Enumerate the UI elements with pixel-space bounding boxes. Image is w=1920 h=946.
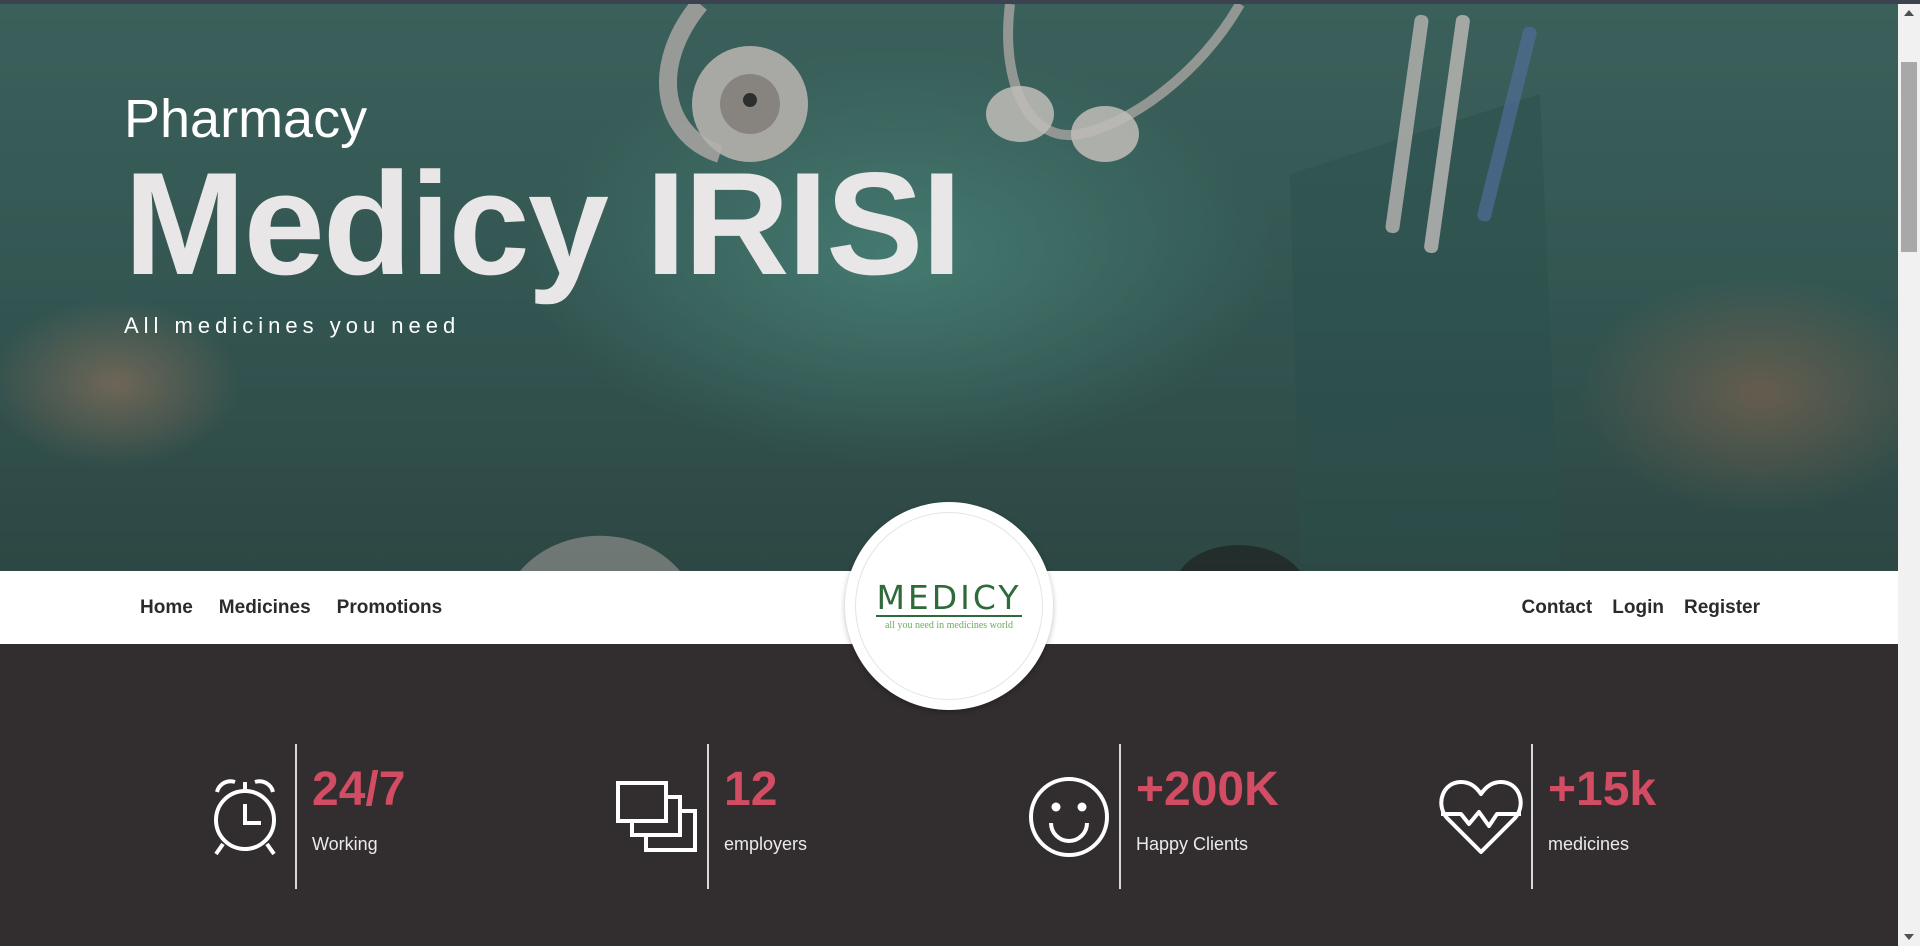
nav-register-link[interactable]: Register	[1684, 597, 1760, 619]
scroll-down-arrow-icon[interactable]	[1904, 934, 1914, 940]
stat-value: +200K	[1136, 763, 1279, 816]
window-top-border	[0, 0, 1920, 4]
stat-item-medicines: +15k medicines	[1436, 744, 1656, 889]
stat-value: +15k	[1548, 763, 1657, 816]
nav-left-group: Home Medicines Promotions	[140, 571, 442, 644]
vertical-scrollbar[interactable]	[1898, 4, 1920, 946]
nav-login-link[interactable]: Login	[1612, 597, 1664, 619]
stacked-squares-icon	[612, 744, 702, 889]
nav-right-group: Contact Login Register	[1522, 571, 1760, 644]
stat-label: Working	[312, 834, 378, 854]
nav-contact-link[interactable]: Contact	[1522, 597, 1593, 619]
scroll-up-arrow-icon[interactable]	[1904, 10, 1914, 16]
stat-value: 24/7	[312, 763, 406, 816]
hero-subtitle: Pharmacy	[124, 89, 368, 149]
smiley-face-icon	[1024, 744, 1114, 889]
nav-promotions-link[interactable]: Promotions	[337, 597, 443, 619]
alarm-clock-icon	[200, 744, 290, 889]
stat-item-happy-clients: +200K Happy Clients	[1024, 744, 1279, 889]
nav-medicines-link[interactable]: Medicines	[219, 597, 311, 619]
stat-item-employers: 12 employers	[612, 744, 807, 889]
heartbeat-icon	[1436, 744, 1526, 889]
logo-inner-ring	[855, 512, 1043, 700]
scrollbar-thumb[interactable]	[1901, 62, 1917, 252]
medicy-logo[interactable]: MEDICY all you need in medicines world	[845, 502, 1053, 710]
stat-item-working: 24/7 Working	[200, 744, 405, 889]
stat-label: Happy Clients	[1136, 834, 1249, 854]
nav-home-link[interactable]: Home	[140, 597, 193, 619]
stat-label: medicines	[1548, 834, 1630, 854]
stat-label: employers	[724, 834, 808, 854]
hero-title: Medicy IRISI	[124, 142, 962, 305]
hero-tagline: All medicines you need	[124, 312, 461, 338]
stat-value: 12	[724, 763, 778, 816]
hero-banner: Pharmacy Medicy IRISI All medicines you …	[0, 4, 1898, 571]
